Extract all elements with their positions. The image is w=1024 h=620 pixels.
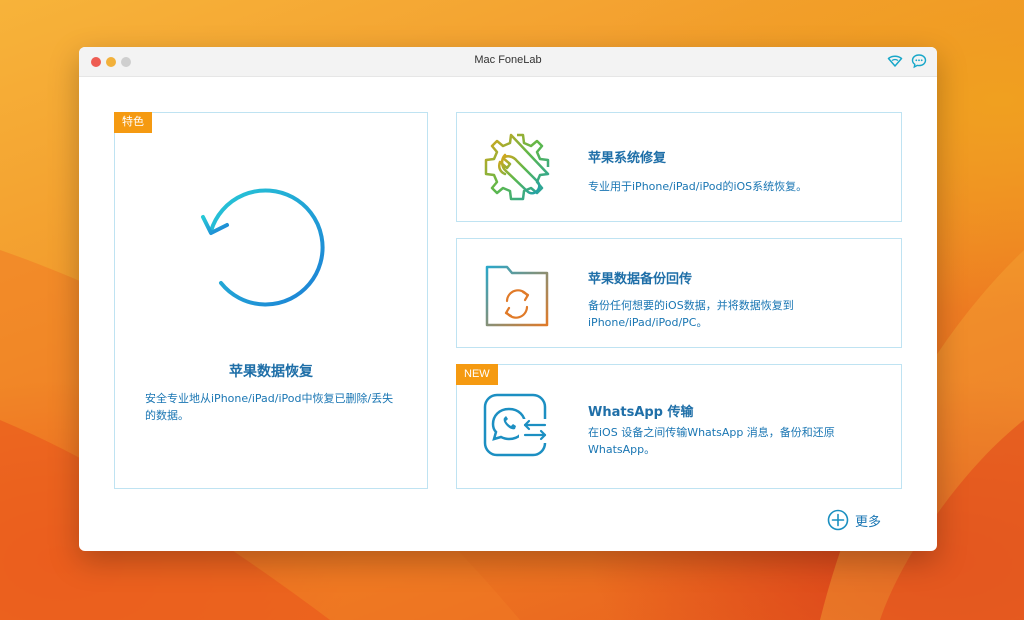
whatsapp-transfer-title: WhatsApp 传输 — [588, 405, 694, 420]
system-repair-card[interactable]: 苹果系统修复 专业用于iPhone/iPad/iPod的iOS系统恢复。 — [456, 112, 902, 222]
wifi-icon[interactable] — [887, 53, 903, 69]
gear-wrench-icon — [484, 133, 550, 201]
data-recovery-card[interactable]: 特色 苹果数据恢复 安全专业地从iPhone/iPad/iPod中恢复已删除/丢… — [114, 112, 428, 489]
backup-restore-card[interactable]: 苹果数据备份回传 备份任何想要的iOS数据，并将数据恢复到iPhone/iPad… — [456, 238, 902, 348]
chat-icon[interactable] — [911, 53, 927, 69]
plus-circle-icon — [827, 509, 849, 531]
more-button[interactable]: 更多 — [827, 508, 881, 532]
whatsapp-transfer-icon — [483, 393, 549, 457]
title-bar: Mac FoneLab — [79, 47, 937, 77]
data-recovery-title: 苹果数据恢复 — [229, 364, 313, 380]
recover-plus-icon — [201, 188, 325, 307]
backup-restore-title: 苹果数据备份回传 — [588, 272, 693, 287]
new-badge: NEW — [456, 364, 498, 385]
more-label: 更多 — [855, 514, 882, 530]
folder-sync-icon — [485, 265, 549, 327]
featured-badge: 特色 — [114, 112, 152, 133]
system-repair-title: 苹果系统修复 — [588, 151, 667, 166]
app-window: Mac FoneLab 特色 苹果数据恢复 安全专业地从iPhone/iPad/… — [79, 47, 937, 551]
system-repair-description: 专业用于iPhone/iPad/iPod的iOS系统恢复。 — [588, 180, 808, 193]
data-recovery-description: 安全专业地从iPhone/iPad/iPod中恢复已删除/丢失的数据。 — [145, 392, 394, 422]
whatsapp-transfer-description: 在iOS 设备之间传输WhatsApp 消息，备份和还原WhatsApp。 — [588, 426, 835, 456]
whatsapp-transfer-card[interactable]: NEW WhatsApp 传输 在iOS 设备之间传输WhatsApp 消息，备… — [456, 364, 902, 489]
window-title: Mac FoneLab — [474, 54, 542, 66]
backup-restore-description: 备份任何想要的iOS数据，并将数据恢复到iPhone/iPad/iPod/PC。 — [588, 299, 794, 329]
